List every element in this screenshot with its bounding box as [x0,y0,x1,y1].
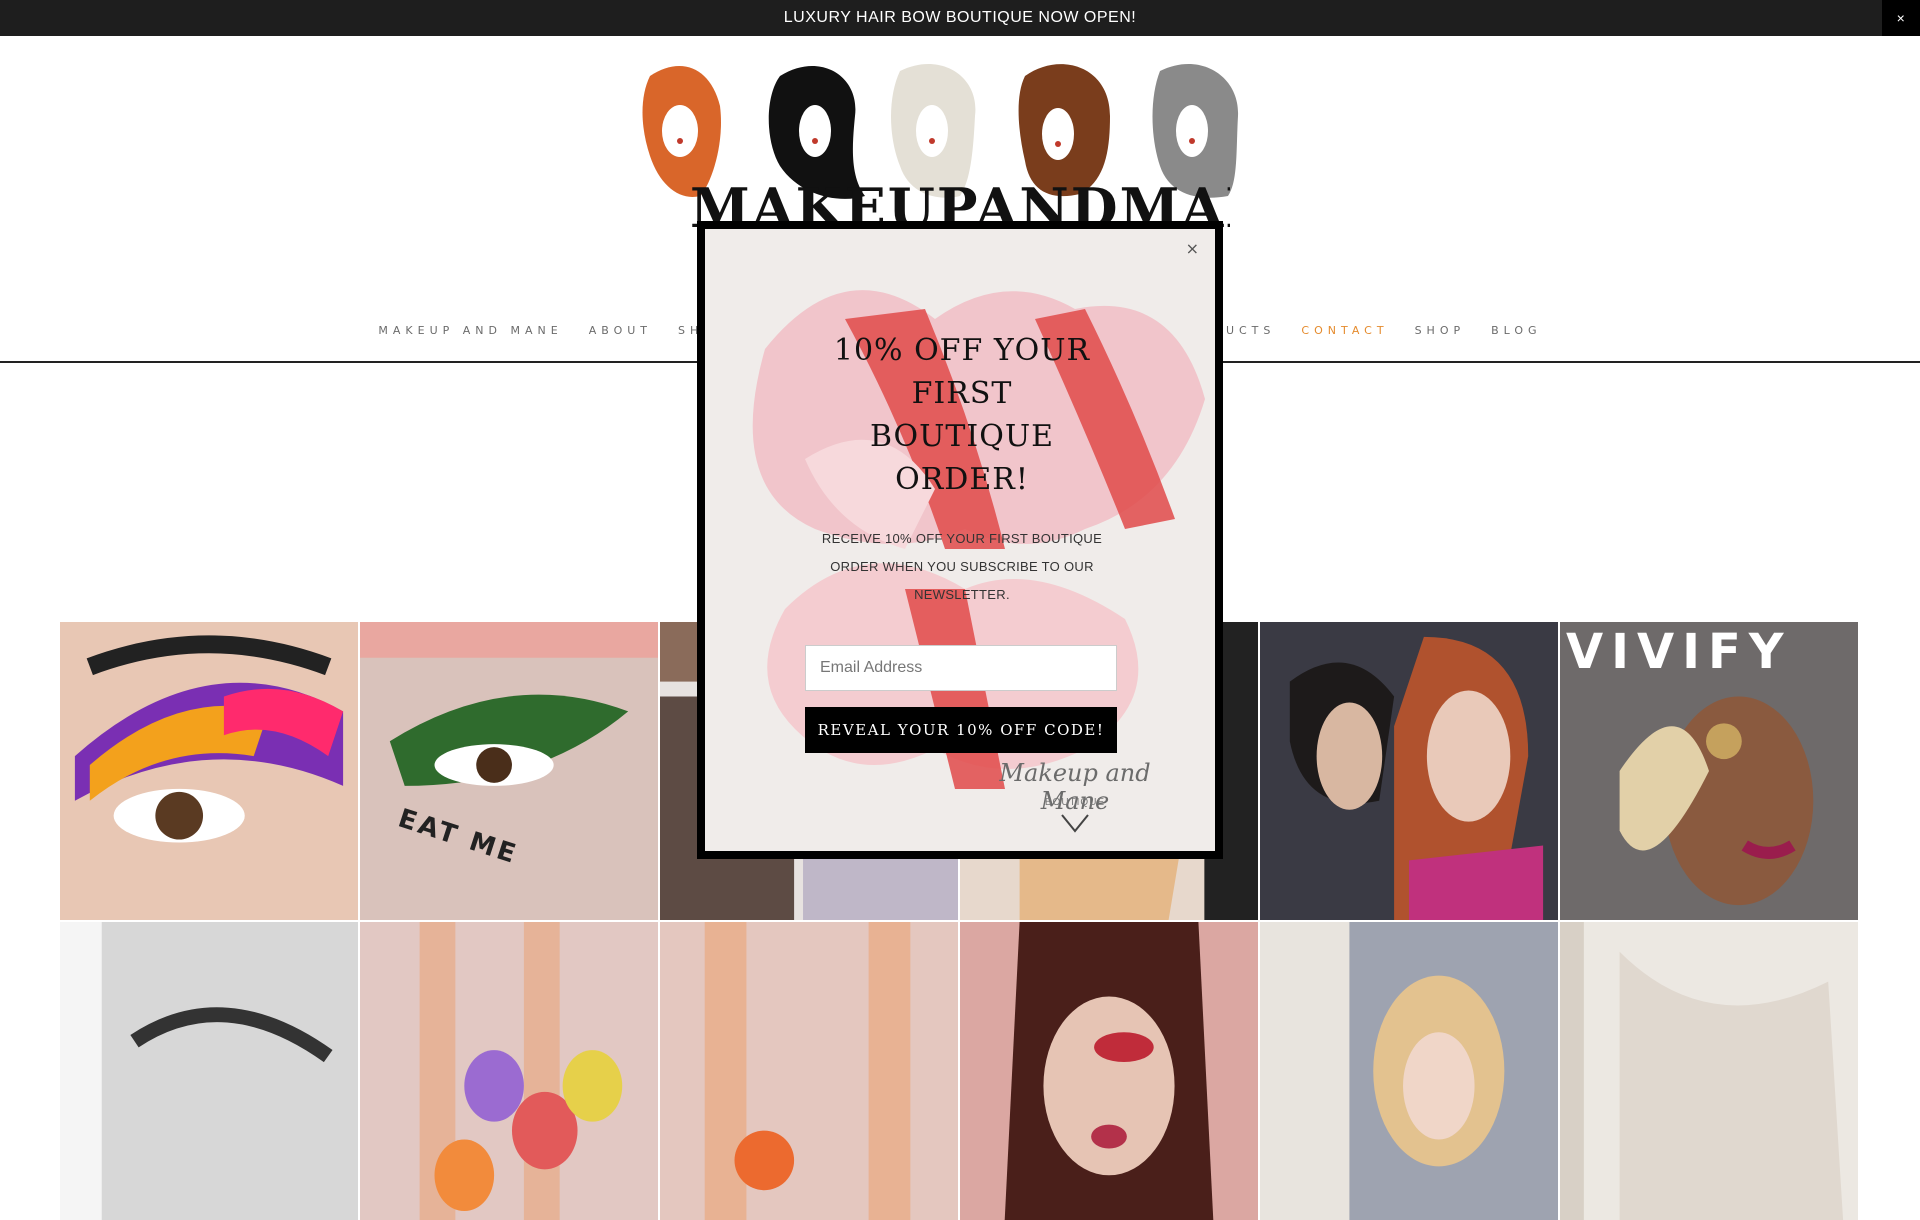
gallery-tile-legs-balloons[interactable] [360,922,658,1220]
nav-item-about[interactable]: ABOUT [589,324,652,337]
gallery-tile-redhead-portrait[interactable] [1260,622,1558,920]
gallery-tile-red-lips-portrait[interactable] [960,922,1258,1220]
modal-title: 10% OFF YOUR FIRST BOUTIQUE ORDER! [833,333,1091,497]
nav-item-contact[interactable]: CONTACT [1301,324,1388,337]
chevron-down-icon [1061,814,1089,833]
announcement-close-button[interactable]: × [1882,0,1920,36]
nav-item-makeup-and-mane[interactable]: MAKEUP AND MANE [378,324,562,337]
modal-close-button[interactable]: × [1186,239,1199,258]
gallery-tile-blonde-magazine[interactable] [1260,922,1558,1220]
gallery-tile-eye-makeup[interactable] [60,622,358,920]
hair-head-brown-curly-icon [1018,64,1110,197]
gallery-tile-legs-orange[interactable] [660,922,958,1220]
nav-item-blog[interactable]: BLOG [1491,324,1541,337]
gallery-caption-vivify: VIVIFY [1566,624,1792,680]
email-field[interactable] [805,645,1117,691]
gallery-tile-bw-lashes[interactable] [60,922,358,1220]
gallery-tile-eat-me[interactable]: EAT ME [360,622,658,920]
modal-description: RECEIVE 10% OFF YOUR FIRST BOUTIQUE ORDE… [821,531,1103,602]
newsletter-modal: × 10% OFF YOUR FIRST BOUTIQUE ORDER! REC… [697,221,1223,859]
newsletter-modal-body: × 10% OFF YOUR FIRST BOUTIQUE ORDER! REC… [705,229,1215,851]
reveal-code-button[interactable]: REVEAL YOUR 10% OFF CODE! [805,707,1117,753]
gallery-tile-lace-veil[interactable] [1560,922,1858,1220]
announcement-bar: LUXURY HAIR BOW BOUTIQUE NOW OPEN! × [0,0,1920,36]
boutique-brand-sub: BOUTIQUE [1044,797,1106,808]
nav-item-shop-2[interactable]: SHOP [1415,324,1466,337]
announcement-text: LUXURY HAIR BOW BOUTIQUE NOW OPEN! [783,9,1137,26]
gallery-tile-vivify-cover[interactable]: VIVIFY [1560,622,1858,920]
